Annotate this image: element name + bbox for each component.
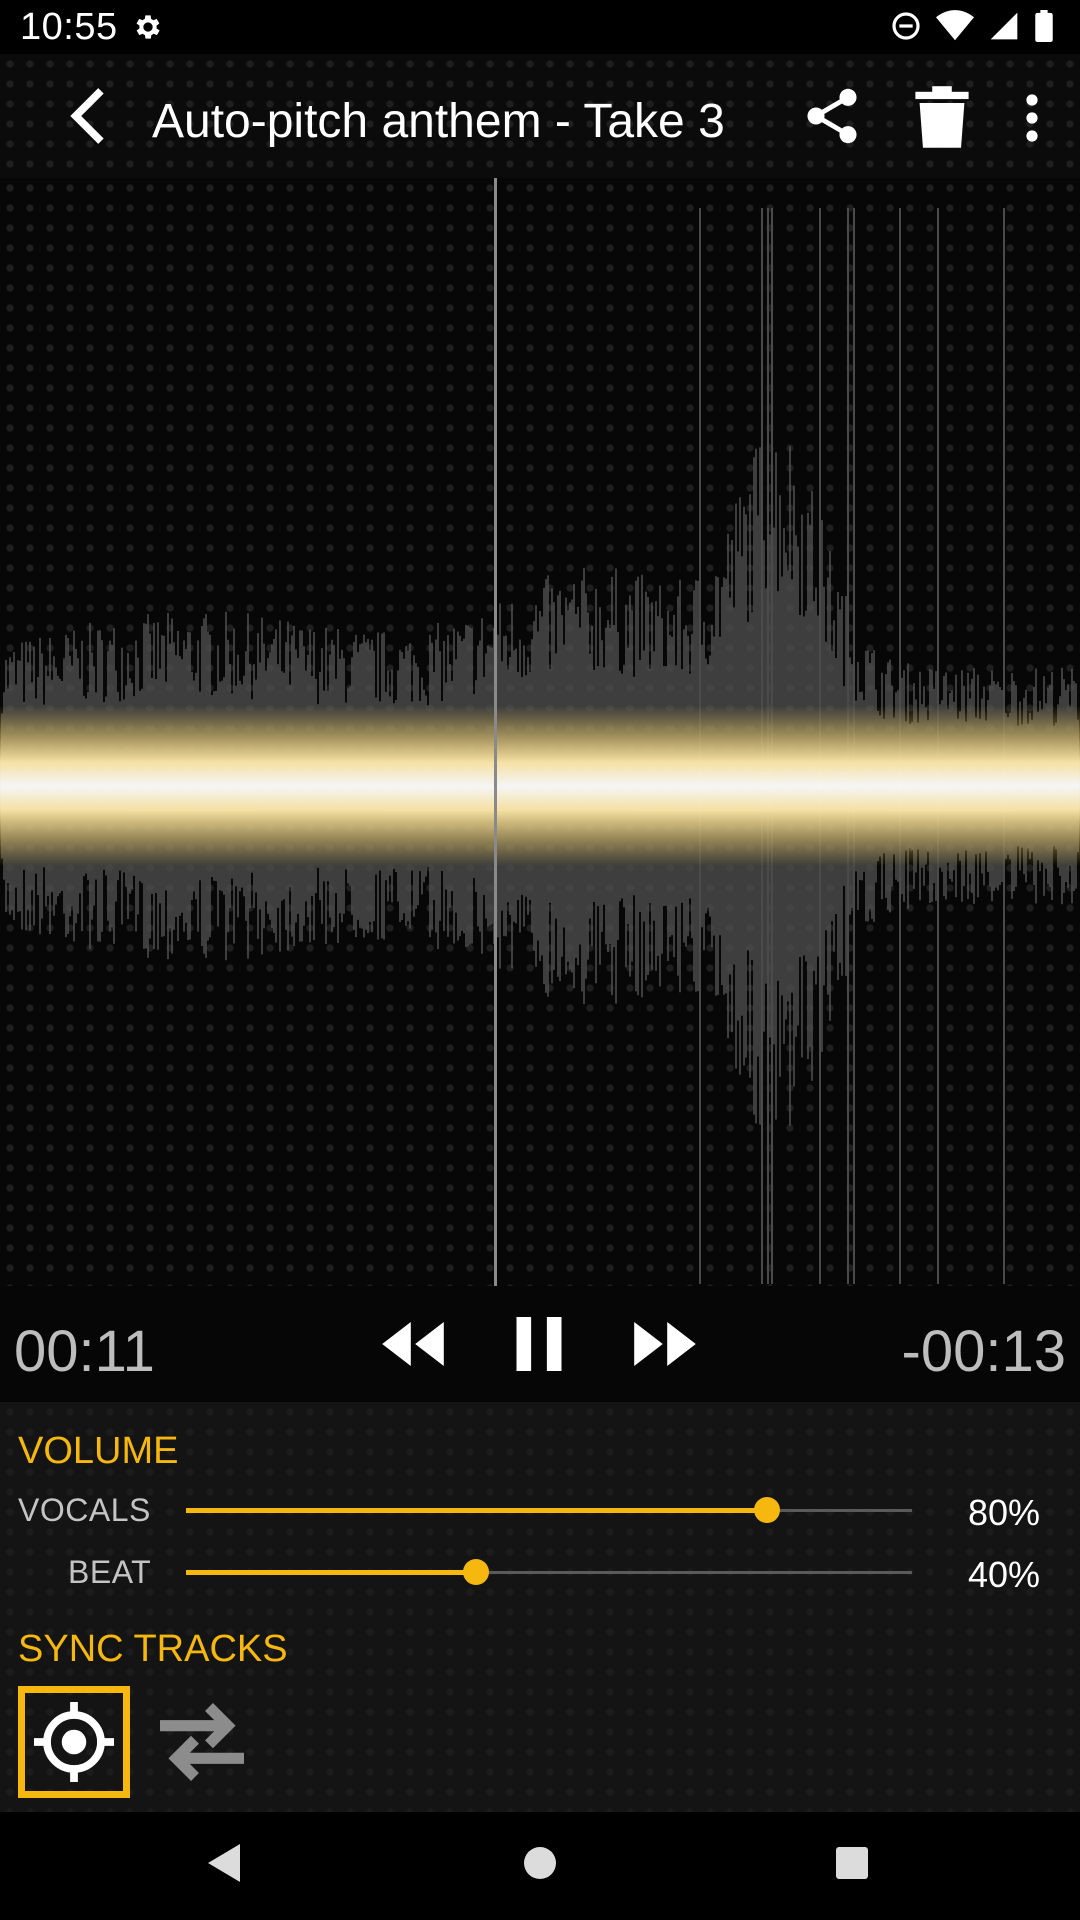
battery-icon [1035, 10, 1053, 42]
sync-tracks-title: SYNC TRACKS [18, 1628, 288, 1670]
sync-swap-button[interactable] [146, 1686, 258, 1798]
toolbar: Auto-pitch anthem - Take 3 [0, 54, 1080, 178]
mixer-panel: VOLUME VOCALS 80% BEAT 40% SYNC TRACKS [0, 1402, 1080, 1812]
cell-signal-icon [990, 12, 1018, 40]
sync-target-button[interactable] [18, 1686, 130, 1798]
wifi-icon [936, 10, 974, 41]
share-icon[interactable] [800, 84, 864, 148]
status-bar: 10:55 [0, 0, 1080, 54]
transport-bar: 00:11 -00:13 [0, 1286, 1080, 1402]
vocals-value: 80% [967, 1492, 1040, 1533]
slider-thumb[interactable] [753, 1497, 780, 1523]
do-not-disturb-icon [892, 12, 920, 40]
nav-recents-icon[interactable] [834, 1842, 870, 1884]
swap-arrows-icon [160, 1703, 244, 1781]
recording-title: Auto-pitch anthem - Take 3 [152, 95, 725, 148]
vocals-label: VOCALS [18, 1492, 151, 1528]
gear-icon [136, 15, 160, 39]
elapsed-time: 00:11 [14, 1319, 155, 1384]
nav-home-icon[interactable] [522, 1842, 558, 1884]
status-time: 10:55 [20, 5, 118, 48]
slider-fill [186, 1508, 767, 1513]
crosshair-icon [33, 1701, 115, 1783]
playhead[interactable] [494, 178, 497, 1286]
slider-fill [186, 1570, 477, 1575]
beat-value: 40% [967, 1554, 1040, 1595]
volume-title: VOLUME [18, 1430, 179, 1472]
pause-icon[interactable] [512, 1314, 566, 1374]
slider-thumb[interactable] [463, 1559, 490, 1585]
back-arrow-icon[interactable] [60, 84, 114, 148]
beat-label: BEAT [68, 1554, 152, 1590]
vocals-slider[interactable] [186, 1490, 912, 1530]
waveform-svg[interactable] [0, 178, 1080, 1286]
fast-forward-icon[interactable] [632, 1314, 698, 1374]
remaining-time: -00:13 [901, 1319, 1066, 1384]
more-vert-icon[interactable] [1012, 90, 1052, 146]
beat-slider[interactable] [186, 1552, 912, 1592]
system-nav-bar [0, 1812, 1080, 1920]
nav-back-icon[interactable] [206, 1842, 242, 1884]
rewind-icon[interactable] [380, 1314, 446, 1374]
waveform-view[interactable] [0, 178, 1080, 1286]
waveform-core [0, 706, 1080, 866]
trash-icon[interactable] [914, 86, 970, 148]
